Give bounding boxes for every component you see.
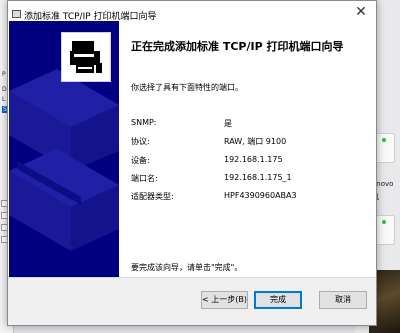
- property-value: 192.168.1.175: [224, 155, 283, 164]
- property-value: HPF4390960ABA3: [224, 191, 297, 200]
- cancel-button[interactable]: 取消: [319, 291, 367, 309]
- background-letter: P: [2, 71, 6, 78]
- property-label: SNMP:: [131, 118, 157, 127]
- printer-port-wizard-icon: [61, 32, 111, 82]
- property-label: 协议:: [131, 137, 150, 146]
- page-title: 正在完成添加标准 TCP/IP 打印机端口向导: [131, 40, 344, 53]
- background-letter: D: [2, 86, 7, 93]
- finish-button[interactable]: 完成: [254, 291, 302, 309]
- wizard-content: 正在完成添加标准 TCP/IP 打印机端口向导 你选择了具有下面特性的端口。 S…: [120, 21, 376, 277]
- wizard-side-panel: [9, 21, 119, 277]
- wizard-dialog: 添加标准 TCP/IP 打印机端口向导 ✕ 正在完成添加标准 TCP/IP 打印…: [7, 0, 377, 326]
- button-bar: < 上一步(B) 完成 取消: [8, 277, 376, 325]
- property-value: RAW, 端口 9100: [224, 137, 287, 146]
- property-label: 适配器类型:: [131, 192, 174, 201]
- background-letter: L: [2, 96, 6, 103]
- property-value: 192.168.1.175_1: [224, 173, 292, 182]
- property-label: 端口名:: [131, 174, 158, 183]
- close-icon[interactable]: ✕: [346, 1, 376, 23]
- back-button[interactable]: < 上一步(B): [201, 291, 248, 309]
- property-label: 设备:: [131, 156, 150, 165]
- intro-text: 你选择了具有下面特性的端口。: [131, 83, 243, 92]
- finish-hint: 要完成该向导，请单击"完成"。: [131, 263, 243, 272]
- property-value: 是: [224, 119, 232, 128]
- window-icon: [12, 10, 21, 18]
